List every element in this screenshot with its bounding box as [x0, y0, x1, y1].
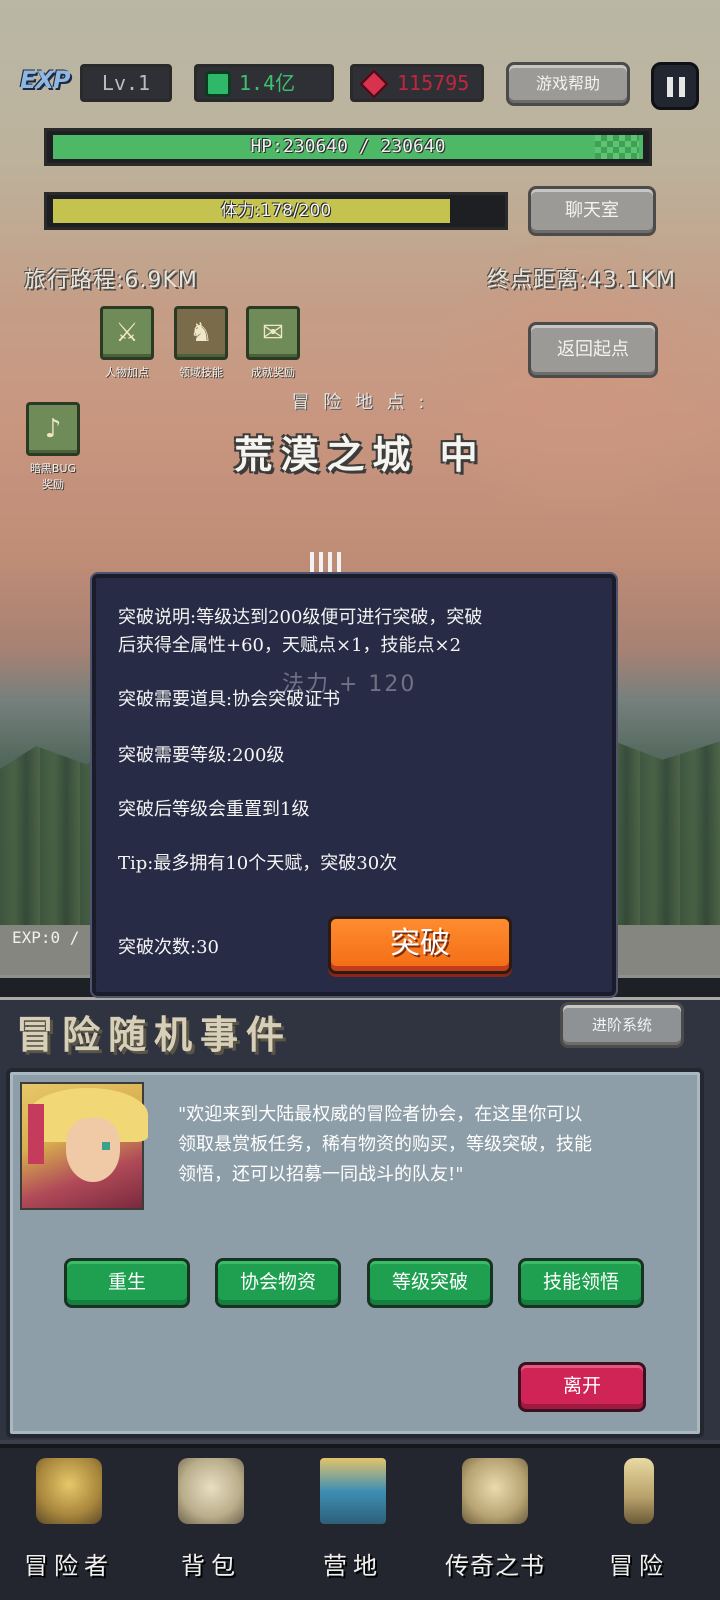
- breakthrough-modal: 突破说明:等级达到200级便可进行突破，突破 后获得全属性+60，天赋点×1，技…: [92, 574, 616, 996]
- stamina-text: 体力:178/200: [220, 201, 332, 221]
- portrait-face: [66, 1118, 120, 1182]
- ruby-icon: [359, 69, 389, 99]
- warrior-icon: ♞: [189, 318, 213, 348]
- gem-value: 1.4亿: [239, 71, 296, 95]
- travel-distance: 旅行路程:6.9KM: [24, 268, 198, 293]
- random-events-title: 冒险随机事件: [16, 1013, 293, 1057]
- nav-adventurer[interactable]: 冒险者: [14, 1452, 124, 1592]
- dialog-line-1: "欢迎来到大陆最权威的冒险者协会，在这里你可以: [178, 1104, 583, 1125]
- nav-backpack-label: 背包: [181, 1552, 241, 1580]
- domain-skill-label: 领域技能: [179, 366, 223, 379]
- level-display: Lv.1: [80, 64, 172, 102]
- helmet-icon: [36, 1458, 102, 1524]
- nav-camp[interactable]: 营地: [298, 1452, 408, 1592]
- destination-distance: 终点距离:43.1KM: [487, 268, 676, 293]
- breakthrough-button[interactable]: 突破: [328, 916, 512, 974]
- dialog-line-2: 领取悬赏板任务，稀有物资的购买，等级突破，技能: [178, 1134, 592, 1155]
- required-item: 突破需要道具:协会突破证书: [118, 689, 341, 710]
- npc-portrait: [20, 1082, 148, 1210]
- emerald-icon: [205, 71, 231, 97]
- hp-text: HP:230640 / 230640: [250, 136, 446, 157]
- chat-room-button[interactable]: 聊天室: [528, 186, 656, 236]
- stamina-bar: 体力:178/200: [44, 192, 508, 230]
- achievement-reward-button[interactable]: ✉: [246, 306, 300, 360]
- breakthrough-desc-2: 后获得全属性+60，天赋点×1，技能点×2: [118, 635, 462, 656]
- nav-adventure-label: 冒险: [609, 1552, 669, 1580]
- skill-comprehension-button[interactable]: 技能领悟: [518, 1258, 644, 1308]
- advanced-system-button[interactable]: 进阶系统: [560, 1002, 684, 1048]
- required-level: 突破需要等级:200级: [118, 745, 285, 766]
- portrait-eye: [102, 1142, 110, 1150]
- attribute-points-button[interactable]: ⚔: [100, 306, 154, 360]
- adventure-location-label: 冒 险 地 点 :: [291, 392, 429, 413]
- pause-button[interactable]: [651, 62, 699, 110]
- level-breakthrough-button[interactable]: 等级突破: [367, 1258, 493, 1308]
- nav-legend-book-label: 传奇之书: [445, 1552, 545, 1580]
- crossed-swords-icon: ⚔: [115, 318, 139, 348]
- gem-counter: 1.4亿: [194, 64, 334, 102]
- nav-camp-label: 营地: [323, 1552, 383, 1580]
- book-icon: [462, 1458, 528, 1524]
- ruby-counter: 115795: [350, 64, 484, 102]
- scroll-icon: ✉: [262, 318, 284, 348]
- attribute-points-label: 人物加点: [105, 366, 149, 379]
- ruby-value: 115795: [397, 71, 470, 95]
- leave-button[interactable]: 离开: [518, 1362, 646, 1412]
- hp-bar: HP:230640 / 230640: [44, 128, 652, 166]
- level-reset-note: 突破后等级会重置到1级: [118, 799, 310, 820]
- dialog-line-3: 领悟，还可以招募一同战斗的队友!": [178, 1164, 464, 1185]
- return-start-button[interactable]: 返回起点: [528, 322, 658, 378]
- game-help-button[interactable]: 游戏帮助: [506, 62, 630, 106]
- exp-logo: EXP: [20, 66, 71, 94]
- guild-supplies-button[interactable]: 协会物资: [215, 1258, 341, 1308]
- sword-icon: [624, 1458, 654, 1524]
- breakthrough-tip: Tip:最多拥有10个天赋，突破30次: [118, 853, 398, 874]
- portrait-ribbon: [28, 1104, 44, 1164]
- gate-marker-icon: [310, 552, 346, 574]
- nav-legend-book[interactable]: 传奇之书: [440, 1452, 550, 1592]
- backpack-icon: [178, 1458, 244, 1524]
- dialog-text: "欢迎来到大陆最权威的冒险者协会，在这里你可以 领取悬赏板任务，稀有物资的购买，…: [178, 1100, 688, 1190]
- breakthrough-count: 突破次数:30: [118, 937, 219, 958]
- breakthrough-desc-1: 突破说明:等级达到200级便可进行突破，突破: [118, 607, 483, 628]
- exp-strip: EXP:0 /: [12, 928, 80, 947]
- nav-backpack[interactable]: 背包: [156, 1452, 266, 1592]
- domain-skill-button[interactable]: ♞: [174, 306, 228, 360]
- rebirth-button[interactable]: 重生: [64, 1258, 190, 1308]
- nav-adventurer-label: 冒险者: [24, 1552, 114, 1580]
- adventure-location-name: 荒漠之城 中: [234, 433, 486, 477]
- banner-icon: [320, 1458, 386, 1524]
- achievement-reward-label: 成就奖励: [251, 366, 295, 379]
- nav-adventure[interactable]: 冒险: [584, 1452, 694, 1592]
